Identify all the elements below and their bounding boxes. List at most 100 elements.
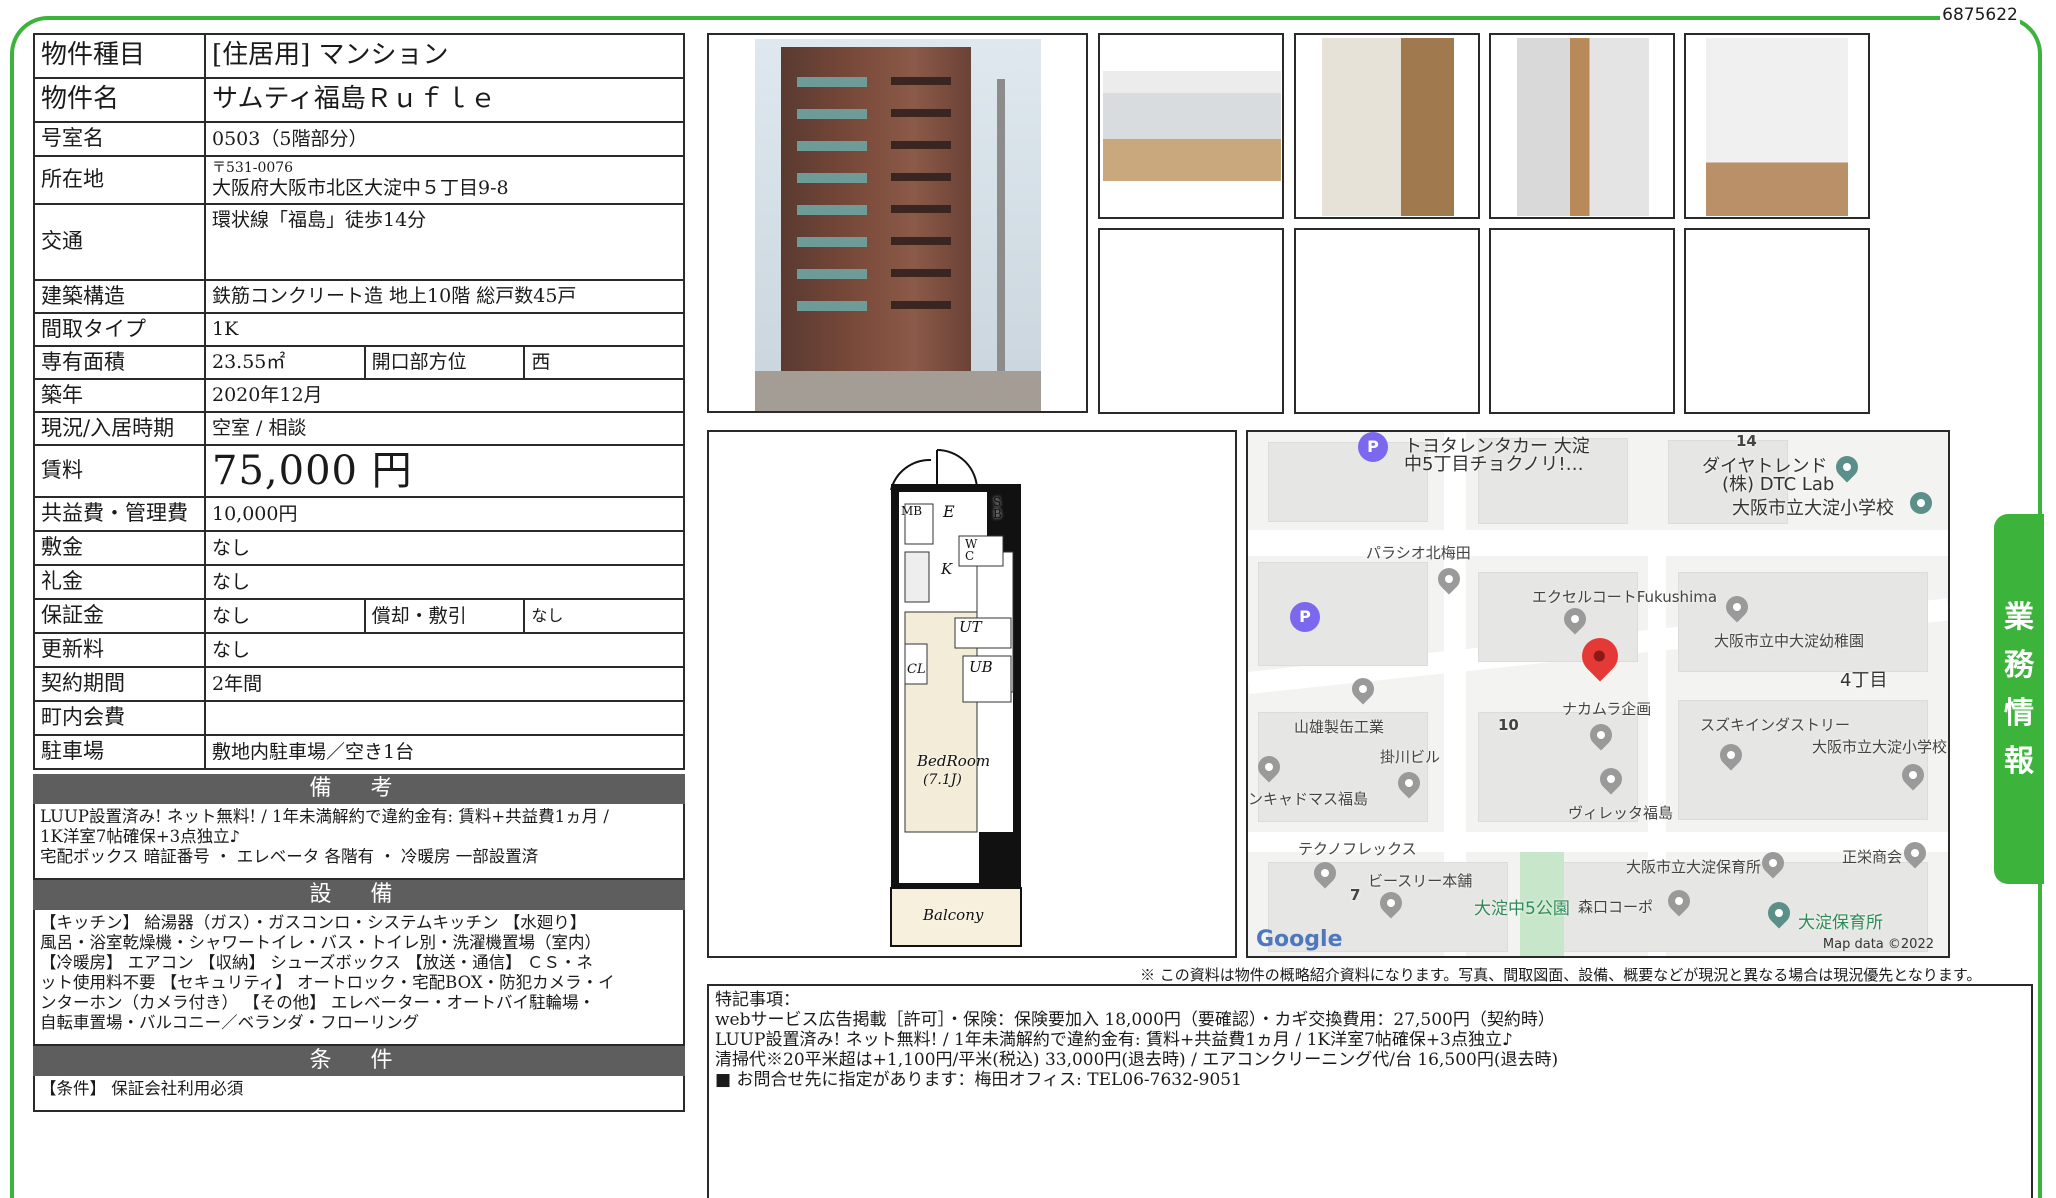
parking-icon[interactable]: P <box>1290 602 1320 632</box>
amortization-label: 償却・敷引 <box>363 598 526 634</box>
room-value: 0503（5階部分） <box>204 121 685 157</box>
facilities-line: 風呂・浴室乾燥機・シャワートイレ・バス・トイレ別・洗濯機置場（室内） <box>40 933 601 952</box>
facilities-line: ンターホン（カメラ付き） 【その他】 エレベーター・オートバイ駐輪場・ <box>40 993 595 1012</box>
parking-value: 敷地内駐車場／空き1台 <box>204 734 685 770</box>
map-attribution: Map data ©2022 <box>1822 937 1934 952</box>
map-label-parashio: パラシオ北梅田 <box>1366 544 1471 562</box>
plan-label-ub: UB <box>969 658 993 676</box>
address-value: 大阪府大阪市北区大淀中５丁目9-8 <box>212 177 509 199</box>
rent-label: 賃料 <box>33 444 206 498</box>
area-label: 専有面積 <box>33 345 206 380</box>
fee-value: 10,000円 <box>204 496 685 532</box>
business-info-tab[interactable]: 業 務 情 報 <box>1994 514 2044 884</box>
location-map[interactable]: P P トヨタレンタカー 大淀 中5丁目チョクノリ!… 14 ダイヤトレンド (… <box>1246 430 1950 958</box>
structure-label: 建築構造 <box>33 279 206 314</box>
area-value: 23.55㎡ <box>204 345 366 380</box>
building-facade <box>781 47 971 377</box>
school-icon[interactable] <box>1905 487 1937 519</box>
remarks-line: 宅配ボックス 暗証番号 ・ エレベータ 各階有 ・ 冷暖房 一部設置済 <box>40 847 539 866</box>
plan-label-bedroom-size: (7.1J) <box>923 772 962 788</box>
map-label-nakamura: ナカムラ企画 <box>1562 700 1652 718</box>
plan-label-e: E <box>943 502 955 521</box>
facilities-line: ット使用料不要 【セキュリティ】 オートロック・宅配BOX・防犯カメラ・イ <box>40 973 615 992</box>
plan-label-balcony: Balcony <box>923 906 984 924</box>
special-notes-line: 清掃代※20平米超は+1,100円/平米(税込) 33,000円(退去時) / … <box>715 1050 1559 1070</box>
map-label-kindergarten: 大阪市立中大淀幼稚園 <box>1714 632 1865 650</box>
plan-label-cl: CL <box>907 662 926 677</box>
conditions-header: 条 件 <box>33 1046 685 1076</box>
status-label: 現況/入居時期 <box>33 411 206 446</box>
map-label-nkyadmas: ンキャドマス福島 <box>1248 790 1369 808</box>
rent-value: 75,000 円 <box>204 444 685 498</box>
address-cell: 〒531-0076 大阪府大阪市北区大淀中５丁目9-8 <box>204 155 685 205</box>
facilities-line: 自転車置場・バルコニー／ベランダ・フローリング <box>40 1013 420 1032</box>
map-label-technoflex: テクノフレックス <box>1298 840 1417 858</box>
facilities-body: 【キッチン】 給湯器（ガス）・ガスコンロ・システムキッチン 【水廻り】 風呂・浴… <box>33 910 685 1046</box>
plan-label-mb: MB <box>901 504 923 518</box>
postal-code: 〒531-0076 <box>212 160 294 177</box>
special-notes-line: webサービス広告掲載［許可］・保険：保険要加入 18,000円（要確認）・カギ… <box>715 1010 1555 1030</box>
renewal-label: 更新料 <box>33 632 206 668</box>
room-image <box>1103 71 1281 181</box>
map-label-excel-court: エクセルコートFukushima <box>1532 588 1718 606</box>
special-notes-contact: ■ お問合せ先に指定があります：梅田オフィス: TEL06-7632-9051 <box>715 1070 1242 1090</box>
guarantee-label: 保証金 <box>33 598 206 634</box>
transport-label: 交通 <box>33 203 206 281</box>
building-photo[interactable] <box>707 33 1088 413</box>
room-photo-1[interactable] <box>1098 33 1284 219</box>
transport-value: 環状線「福島」徒歩14分 <box>204 203 685 281</box>
renewal-value: なし <box>204 632 685 668</box>
map-label-school-2: 大阪市立大淀小学校 <box>1812 738 1948 756</box>
contract-value: 2年間 <box>204 666 685 702</box>
map-label-beesly: ビースリー本舗 <box>1368 872 1473 890</box>
status-value: 空室 / 相談 <box>204 411 685 446</box>
conditions-line: 【条件】 保証会社利用必須 <box>40 1079 244 1098</box>
key-money-label: 礼金 <box>33 564 206 600</box>
map-label-nursery: 大阪市立大淀保育所 <box>1626 858 1762 876</box>
photo-slot-empty <box>1684 228 1870 414</box>
map-label-block-7: 7 <box>1350 886 1361 904</box>
deposit-value: なし <box>204 530 685 566</box>
guarantee-value: なし <box>204 598 366 634</box>
room-photo-4[interactable] <box>1684 33 1870 219</box>
room-photo-3[interactable] <box>1489 33 1675 219</box>
map-label-yamao: 山雄製缶工業 <box>1294 718 1385 736</box>
map-label-block-14: 14 <box>1736 432 1757 450</box>
plan-label-k: K <box>941 560 953 578</box>
map-label-school: 大阪市立大淀小学校 <box>1732 498 1894 519</box>
map-label-villetta: ヴィレッタ福島 <box>1568 804 1674 822</box>
remarks-body: LUUP設置済み! ネット無料! / 1年未満解約で違約金有: 賃料+共益費1ヵ… <box>33 804 685 880</box>
special-notes-box: 特記事項： webサービス広告掲載［許可］・保険：保険要加入 18,000円（要… <box>707 984 2033 1198</box>
plan-label-bedroom: BedRoom <box>917 752 991 770</box>
plan-label-wc: W C <box>965 537 978 563</box>
special-notes-title: 特記事項： <box>715 990 800 1010</box>
name-label: 物件名 <box>33 77 206 123</box>
amortization-value: なし <box>523 598 685 634</box>
structure-value: 鉄筋コンクリート造 地上10階 総戸数45戸 <box>204 279 685 314</box>
community-value <box>204 700 685 736</box>
disclaimer-note: ※ この資料は物件の概略紹介資料になります。写真、間取図面、設備、概要などが現況… <box>1140 966 1982 984</box>
floor-plan-drawing <box>890 449 1022 947</box>
room-window-image <box>1706 38 1848 216</box>
photo-slot-empty <box>1098 228 1284 414</box>
kitchen-image <box>1322 38 1454 216</box>
room-label: 号室名 <box>33 121 206 157</box>
parking-icon[interactable]: P <box>1358 432 1388 462</box>
type-label: 物件種目 <box>33 33 206 79</box>
fee-label: 共益費・管理費 <box>33 496 206 532</box>
room-photo-2[interactable] <box>1294 33 1480 219</box>
name-value: サムティ福島Ｒｕｆｌｅ <box>204 77 685 123</box>
community-label: 町内会費 <box>33 700 206 736</box>
building-image <box>755 39 1041 411</box>
property-spec-table: 物件種目 [住居用] マンション 物件名 サムティ福島Ｒｕｆｌｅ 号室名 050… <box>33 33 685 770</box>
layout-label: 間取タイプ <box>33 312 206 347</box>
direction-value: 西 <box>523 345 685 380</box>
map-label-kakegawa: 掛川ビル <box>1380 748 1441 766</box>
floor-plan[interactable]: MB E S B K W C UT UB CL BedRoom (7.1J) B… <box>707 430 1237 958</box>
address-label: 所在地 <box>33 155 206 205</box>
type-value: [住居用] マンション <box>204 33 685 79</box>
remarks-line: LUUP設置済み! ネット無料! / 1年未満解約で違約金有: 賃料+共益費1ヵ… <box>40 807 609 826</box>
place-pin-icon[interactable] <box>1831 451 1863 483</box>
plan-label-ut: UT <box>959 618 982 636</box>
parking-label: 駐車場 <box>33 734 206 770</box>
